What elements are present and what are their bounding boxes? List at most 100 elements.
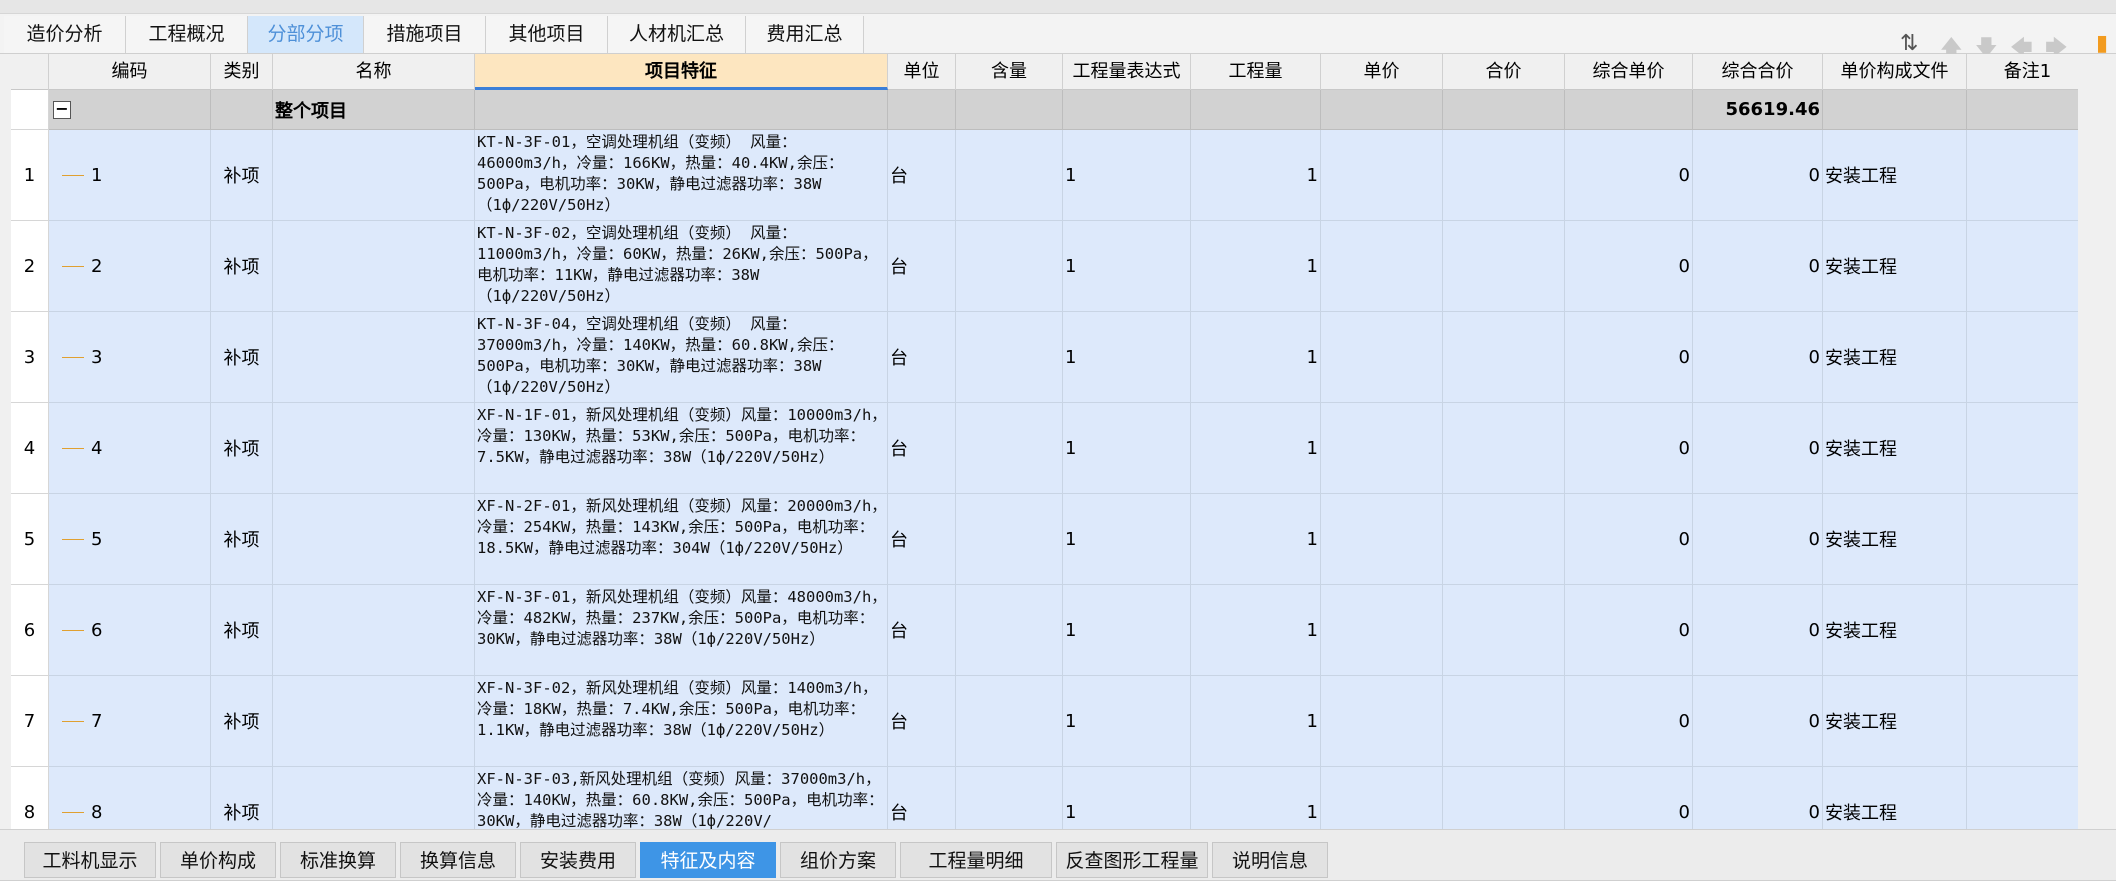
header-total-price[interactable]: 合价 <box>1443 54 1565 90</box>
comp-total-price-cell[interactable]: 0 <box>1693 312 1823 403</box>
quantity-cell[interactable]: 1 <box>1191 221 1321 312</box>
header-type[interactable]: 类别 <box>211 54 273 90</box>
feature-cell[interactable]: KT-N-3F-02，空调处理机组（变频） 风量：11000m3/h，冷量：60… <box>475 221 888 312</box>
qty-expression-cell[interactable]: 1 <box>1063 221 1191 312</box>
comp-total-price-cell[interactable]: 0 <box>1693 130 1823 221</box>
name-cell[interactable] <box>273 585 475 676</box>
total-price-cell[interactable] <box>1443 403 1565 494</box>
table-row[interactable]: 7 7 补项 XF-N-3F-02，新风处理机组（变频）风量：1400m3/h，冷量：… <box>11 676 2078 767</box>
qty-expression-cell[interactable]: 1 <box>1063 585 1191 676</box>
btab-description[interactable]: 说明信息 <box>1212 842 1328 878</box>
btab-labor-material[interactable]: 工料机显示 <box>24 842 156 878</box>
comp-unit-price-cell[interactable]: 0 <box>1565 494 1693 585</box>
header-unit-price[interactable]: 单价 <box>1321 54 1443 90</box>
table-row[interactable]: 8 8 补项 XF-N-3F-03,新风处理机组（变频）风量：37000m3/h，冷量… <box>11 767 2078 829</box>
name-cell[interactable] <box>273 130 475 221</box>
header-comp-total-price[interactable]: 综合合价 <box>1693 54 1823 90</box>
unit-price-cell[interactable] <box>1321 312 1443 403</box>
unit-cell[interactable]: 台 <box>888 767 956 829</box>
type-cell[interactable]: 补项 <box>211 585 273 676</box>
feature-cell[interactable]: XF-N-3F-02，新风处理机组（变频）风量：1400m3/h，冷量：18KW… <box>475 676 888 767</box>
type-cell[interactable]: 补项 <box>211 767 273 829</box>
content-cell[interactable] <box>956 221 1063 312</box>
quantity-cell[interactable]: 1 <box>1191 130 1321 221</box>
table-row[interactable]: 2 2 补项 KT-N-3F-02，空调处理机组（变频） 风量：11000m3/h，冷… <box>11 221 2078 312</box>
btab-conversion-info[interactable]: 换算信息 <box>400 842 516 878</box>
qty-expression-cell[interactable]: 1 <box>1063 312 1191 403</box>
quantity-cell[interactable]: 1 <box>1191 585 1321 676</box>
unit-price-cell[interactable] <box>1321 676 1443 767</box>
remark-cell[interactable] <box>1967 130 2078 221</box>
tab-labor-material-summary[interactable]: 人材机汇总 <box>608 16 746 53</box>
quantity-cell[interactable]: 1 <box>1191 676 1321 767</box>
unit-price-cell[interactable] <box>1321 403 1443 494</box>
price-file-cell[interactable]: 安装工程 <box>1823 494 1967 585</box>
name-cell[interactable] <box>273 767 475 829</box>
header-content[interactable]: 含量 <box>956 54 1063 90</box>
tab-other-items[interactable]: 其他项目 <box>486 16 608 53</box>
btab-standard-conversion[interactable]: 标准换算 <box>280 842 396 878</box>
comp-unit-price-cell[interactable]: 0 <box>1565 676 1693 767</box>
unit-price-cell[interactable] <box>1321 221 1443 312</box>
comp-total-price-cell[interactable]: 0 <box>1693 767 1823 829</box>
comp-total-price-cell[interactable]: 0 <box>1693 221 1823 312</box>
remark-cell[interactable] <box>1967 312 2078 403</box>
remark-cell[interactable] <box>1967 494 2078 585</box>
content-cell[interactable] <box>956 585 1063 676</box>
name-cell[interactable] <box>273 676 475 767</box>
price-file-cell[interactable]: 安装工程 <box>1823 676 1967 767</box>
price-file-cell[interactable]: 安装工程 <box>1823 767 1967 829</box>
feature-cell[interactable]: KT-N-3F-01，空调处理机组（变频） 风量：46000m3/h，冷量：16… <box>475 130 888 221</box>
header-feature[interactable]: 项目特征 <box>475 54 888 90</box>
unit-cell[interactable]: 台 <box>888 585 956 676</box>
unit-cell[interactable]: 台 <box>888 130 956 221</box>
feature-cell[interactable]: KT-N-3F-04，空调处理机组（变频） 风量：37000m3/h，冷量：14… <box>475 312 888 403</box>
btab-qty-detail[interactable]: 工程量明细 <box>900 842 1052 878</box>
code-cell[interactable]: 6 <box>49 585 211 676</box>
total-price-cell[interactable] <box>1443 312 1565 403</box>
remark-cell[interactable] <box>1967 767 2078 829</box>
price-file-cell[interactable]: 安装工程 <box>1823 221 1967 312</box>
remark-cell[interactable] <box>1967 221 2078 312</box>
total-price-cell[interactable] <box>1443 130 1565 221</box>
name-cell[interactable] <box>273 403 475 494</box>
table-row[interactable]: 1 1 补项 KT-N-3F-01，空调处理机组（变频） 风量：46000m3/h，冷… <box>11 130 2078 221</box>
comp-total-price-cell[interactable]: 0 <box>1693 585 1823 676</box>
collapse-toggle-icon[interactable]: − <box>53 101 71 119</box>
btab-install-fee[interactable]: 安装费用 <box>520 842 636 878</box>
table-row[interactable]: 4 4 补项 XF-N-1F-01，新风处理机组（变频）风量：10000m3/h，冷量… <box>11 403 2078 494</box>
table-row[interactable]: 6 6 补项 XF-N-3F-01，新风处理机组（变频）风量：48000m3/h，冷量… <box>11 585 2078 676</box>
code-cell[interactable]: 1 <box>49 130 211 221</box>
total-price-cell[interactable] <box>1443 585 1565 676</box>
qty-expression-cell[interactable]: 1 <box>1063 767 1191 829</box>
unit-price-cell[interactable] <box>1321 585 1443 676</box>
header-quantity[interactable]: 工程量 <box>1191 54 1321 90</box>
header-qty-expression[interactable]: 工程量表达式 <box>1063 54 1191 90</box>
header-name[interactable]: 名称 <box>273 54 475 90</box>
header-price-file[interactable]: 单价构成文件 <box>1823 54 1967 90</box>
code-cell[interactable]: 7 <box>49 676 211 767</box>
tab-project-overview[interactable]: 工程概况 <box>126 16 248 53</box>
remark-cell[interactable] <box>1967 676 2078 767</box>
qty-expression-cell[interactable]: 1 <box>1063 403 1191 494</box>
total-price-cell[interactable] <box>1443 767 1565 829</box>
quantity-cell[interactable]: 1 <box>1191 403 1321 494</box>
table-row[interactable]: 3 3 补项 KT-N-3F-04，空调处理机组（变频） 风量：37000m3/h，冷… <box>11 312 2078 403</box>
feature-cell[interactable]: XF-N-2F-01，新风处理机组（变频）风量：20000m3/h，冷量：254… <box>475 494 888 585</box>
btab-price-composition[interactable]: 单价构成 <box>160 842 276 878</box>
content-cell[interactable] <box>956 676 1063 767</box>
type-cell[interactable]: 补项 <box>211 221 273 312</box>
content-cell[interactable] <box>956 767 1063 829</box>
type-cell[interactable]: 补项 <box>211 403 273 494</box>
unit-cell[interactable]: 台 <box>888 494 956 585</box>
comp-unit-price-cell[interactable]: 0 <box>1565 221 1693 312</box>
qty-expression-cell[interactable]: 1 <box>1063 130 1191 221</box>
comp-unit-price-cell[interactable]: 0 <box>1565 767 1693 829</box>
column-sort-icon[interactable]: ⇅ <box>1900 31 1918 56</box>
header-code[interactable]: 编码 <box>49 54 211 90</box>
total-price-cell[interactable] <box>1443 494 1565 585</box>
remark-cell[interactable] <box>1967 403 2078 494</box>
table-row[interactable]: 5 5 补项 XF-N-2F-01，新风处理机组（变频）风量：20000m3/h，冷量… <box>11 494 2078 585</box>
comp-total-price-cell[interactable]: 0 <box>1693 494 1823 585</box>
type-cell[interactable]: 补项 <box>211 130 273 221</box>
